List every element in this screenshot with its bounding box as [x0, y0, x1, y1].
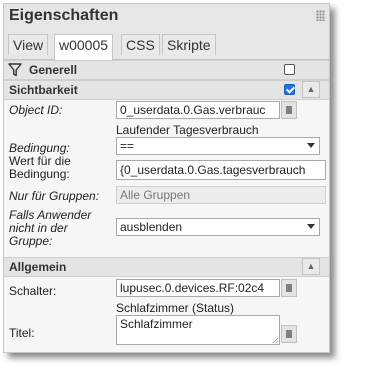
drag-grip-icon[interactable]: [316, 10, 325, 21]
section-generell-label: Generell: [29, 63, 78, 77]
nur-fuer-gruppen-select[interactable]: Alle Gruppen: [116, 186, 326, 204]
object-id-label: Object ID:: [9, 103, 63, 117]
panel-title: Eigenschaften: [9, 7, 119, 24]
section-generell-header[interactable]: Generell: [4, 60, 329, 80]
wert-label-line2: Bedingung:: [9, 167, 70, 181]
section-allgemein-label: Allgemein: [9, 260, 67, 274]
tab-view[interactable]: View: [8, 34, 49, 55]
schalter-hint: Schlafzimmer (Status): [116, 301, 235, 315]
tab-css[interactable]: CSS: [121, 34, 160, 55]
wert-input[interactable]: {0_userdata.0.Gas.tagesverbrauch: [116, 160, 326, 180]
chevron-down-icon: [307, 224, 315, 229]
falls-anwender-select[interactable]: ausblenden: [116, 218, 320, 236]
object-id-input[interactable]: 0_userdata.0.Gas.verbrauc: [116, 101, 280, 119]
titel-label: Titel:: [9, 326, 35, 340]
bedingung-select-value: ==: [120, 139, 135, 153]
tab-w00005[interactable]: w00005: [54, 34, 114, 60]
properties-panel: Eigenschaften View w00005 CSS Skripte Ge…: [3, 3, 330, 353]
titel-textarea[interactable]: Schlafzimmer: [116, 315, 280, 345]
tab-bar: View w00005 CSS Skripte: [4, 29, 329, 60]
titel-edit-button[interactable]: [281, 325, 297, 343]
section-sichtbarkeit-header[interactable]: Sichtbarkeit ▲: [4, 80, 329, 100]
bedingung-select[interactable]: ==: [116, 137, 320, 155]
schalter-input[interactable]: lupusec.0.devices.RF:02c4: [116, 279, 280, 297]
object-id-hint: Laufender Tagesverbrauch: [116, 123, 259, 137]
tab-skripte[interactable]: Skripte: [162, 34, 216, 55]
schalter-select-button[interactable]: [281, 279, 297, 297]
falls-anwender-select-value: ausblenden: [120, 220, 183, 234]
object-id-select-button[interactable]: [281, 101, 297, 119]
nur-fuer-gruppen-label: Nur für Gruppen:: [9, 189, 100, 203]
collapse-up-icon[interactable]: ▲: [302, 81, 320, 98]
generell-checkbox[interactable]: [284, 64, 295, 75]
panel-titlebar[interactable]: Eigenschaften: [4, 4, 329, 29]
chevron-down-icon: [307, 143, 315, 148]
titel-textarea-value: Schlafzimmer: [120, 317, 193, 331]
section-sichtbarkeit-label: Sichtbarkeit: [9, 83, 78, 97]
falls-anwender-label-line3: Gruppe:: [9, 234, 53, 248]
resize-handle-icon[interactable]: [272, 337, 278, 343]
schalter-label: Schalter:: [9, 284, 57, 298]
section-allgemein-header[interactable]: Allgemein ▲: [4, 257, 329, 277]
sichtbarkeit-checkbox[interactable]: [284, 84, 295, 95]
collapse-up-icon[interactable]: ▲: [302, 258, 320, 275]
filter-icon[interactable]: [8, 63, 22, 77]
